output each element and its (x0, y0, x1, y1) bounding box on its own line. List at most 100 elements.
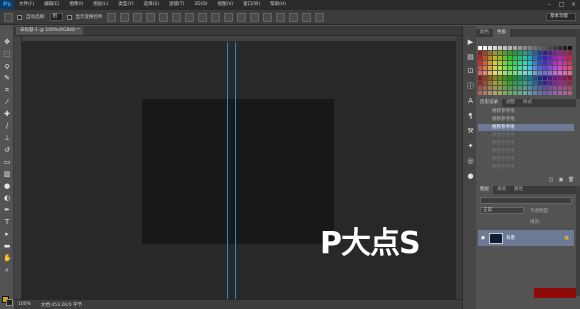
swatch[interactable] (563, 56, 567, 60)
swatch[interactable] (543, 51, 547, 55)
menu-help[interactable]: 帮助(H) (265, 0, 291, 10)
swatch[interactable] (518, 86, 522, 90)
swatch[interactable] (503, 51, 507, 55)
swatch[interactable] (498, 71, 502, 75)
swatch[interactable] (513, 91, 517, 95)
swatch[interactable] (538, 91, 542, 95)
swatch[interactable] (503, 66, 507, 70)
close-button[interactable]: × (569, 1, 578, 9)
swatch[interactable] (478, 76, 482, 80)
swatch[interactable] (563, 91, 567, 95)
swatch[interactable] (508, 51, 512, 55)
align-center-icon[interactable] (158, 12, 168, 22)
align-bottom-icon[interactable] (132, 12, 142, 22)
history-item[interactable]: 新建参考线 (478, 156, 574, 163)
swatch[interactable] (533, 71, 537, 75)
stamp-icon[interactable]: ⊥ (3, 134, 11, 142)
swatch[interactable] (543, 71, 547, 75)
swatch[interactable] (498, 46, 502, 50)
play-icon[interactable]: ▶ (466, 38, 475, 47)
swatch[interactable] (478, 46, 482, 50)
3d-pan-icon[interactable] (301, 12, 311, 22)
swatch[interactable] (528, 86, 532, 90)
menu-window[interactable]: 窗口(W) (238, 0, 265, 10)
swatch[interactable] (518, 56, 522, 60)
swatch[interactable] (548, 81, 552, 85)
swatch[interactable] (513, 81, 517, 85)
swatch[interactable] (543, 81, 547, 85)
swatch[interactable] (493, 91, 497, 95)
swatch[interactable] (493, 46, 497, 50)
swatch[interactable] (518, 46, 522, 50)
swatch[interactable] (523, 66, 527, 70)
layers-footer-buttons[interactable] (534, 288, 576, 298)
swatch[interactable] (553, 51, 557, 55)
distribute-left-icon[interactable] (223, 12, 233, 22)
swatch[interactable] (508, 56, 512, 60)
swatch[interactable] (488, 56, 492, 60)
crop-icon[interactable]: ⌗ (3, 86, 11, 94)
swatch[interactable] (568, 66, 572, 70)
swatch[interactable] (508, 86, 512, 90)
swatch[interactable] (518, 66, 522, 70)
swatch[interactable] (503, 56, 507, 60)
swatch[interactable] (483, 91, 487, 95)
swatch[interactable] (478, 66, 482, 70)
swatch[interactable] (508, 46, 512, 50)
swatch[interactable] (518, 91, 522, 95)
swatch[interactable] (553, 81, 557, 85)
align-right-icon[interactable] (171, 12, 181, 22)
minimize-button[interactable]: – (545, 1, 554, 9)
swatch[interactable] (543, 46, 547, 50)
swatch[interactable] (493, 81, 497, 85)
swatches-grid[interactable] (478, 46, 576, 101)
tab-swatches[interactable]: 色板 (493, 29, 510, 37)
swatch[interactable] (548, 66, 552, 70)
swatch[interactable] (498, 61, 502, 65)
swatch[interactable] (503, 61, 507, 65)
healing-icon[interactable]: ✚ (3, 110, 11, 118)
swatch[interactable] (538, 56, 542, 60)
swatch[interactable] (543, 86, 547, 90)
gradient-icon[interactable]: ▥ (3, 170, 11, 178)
character-icon[interactable]: A (466, 97, 475, 106)
swatch[interactable] (533, 51, 537, 55)
swatch[interactable] (533, 86, 537, 90)
panel-scrollbar[interactable] (576, 29, 580, 99)
tool-preset-icon[interactable] (4, 12, 13, 22)
history-item[interactable]: 新建参考线 (478, 148, 574, 155)
swatch[interactable] (513, 56, 517, 60)
distribute-top-icon[interactable] (184, 12, 194, 22)
swatch[interactable] (528, 76, 532, 80)
swatch[interactable] (508, 66, 512, 70)
maximize-button[interactable]: □ (557, 1, 566, 9)
swatch[interactable] (508, 71, 512, 75)
shape-icon[interactable]: ▬ (3, 242, 11, 250)
swatch[interactable] (563, 71, 567, 75)
swatch[interactable] (533, 91, 537, 95)
align-left-icon[interactable] (145, 12, 155, 22)
swatch[interactable] (553, 71, 557, 75)
auto-align-icon[interactable] (262, 12, 272, 22)
tab-paths[interactable]: 路径 (510, 186, 527, 194)
swatch[interactable] (528, 56, 532, 60)
swatch[interactable] (558, 51, 562, 55)
hand-icon[interactable]: ✋ (3, 254, 12, 262)
history-item[interactable]: 新建参考线 (478, 164, 574, 171)
swatch[interactable] (493, 56, 497, 60)
swatch[interactable] (528, 81, 532, 85)
history-item[interactable]: 新建参考线 (478, 132, 574, 139)
zoom-icon[interactable]: ⌕ (3, 266, 11, 274)
align-top-icon[interactable] (106, 12, 116, 22)
swatch[interactable] (488, 81, 492, 85)
brush-presets-icon[interactable]: ✦ (466, 142, 475, 151)
swatch[interactable] (538, 51, 542, 55)
workspace-dropdown[interactable]: 基本功能 (546, 13, 576, 21)
swatch[interactable] (498, 91, 502, 95)
clone-source-icon[interactable]: ◎ (466, 157, 475, 166)
swatch[interactable] (518, 71, 522, 75)
swatch[interactable] (478, 81, 482, 85)
swatch[interactable] (568, 71, 572, 75)
swatch[interactable] (528, 46, 532, 50)
swatch[interactable] (508, 76, 512, 80)
